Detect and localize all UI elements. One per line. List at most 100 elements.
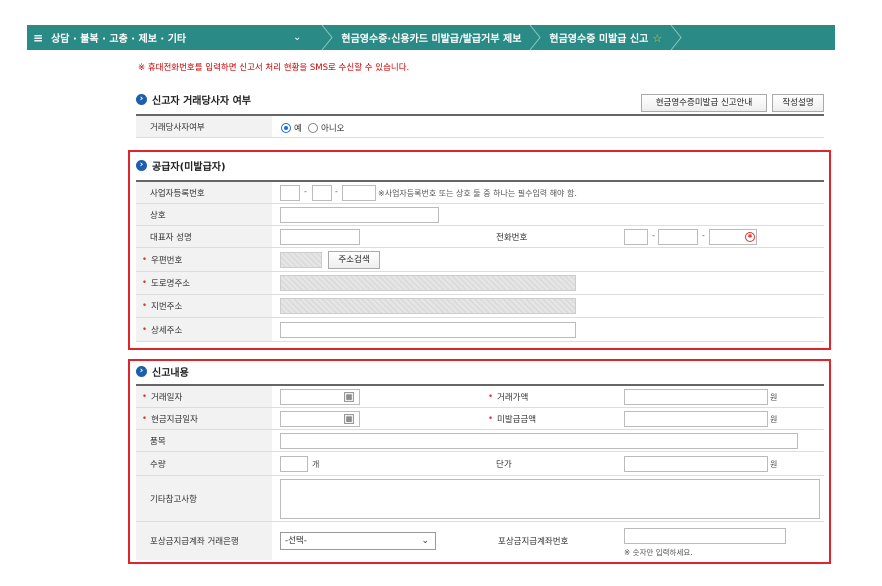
- amount-label: • 거래가액: [488, 386, 528, 407]
- detail-addr-input[interactable]: [280, 322, 576, 338]
- guide-button[interactable]: 현금영수증미발급 신고안내: [641, 94, 767, 112]
- reporter-section-label: 신고자 거래당사자 여부: [152, 96, 251, 107]
- category-menu-label: 상담 · 불복 · 고충 · 제보 · 기타: [51, 34, 187, 45]
- item-label: 품목: [136, 430, 272, 451]
- category-dropdown[interactable]: ⌄: [293, 25, 321, 50]
- bank-label: 포상금지급계좌 거래은행: [136, 522, 272, 560]
- price-input[interactable]: [624, 456, 768, 472]
- party-label: 거래당사자여부: [136, 116, 272, 137]
- required-mark: •: [488, 391, 494, 402]
- qty-label: 수량: [136, 452, 272, 475]
- unissued-amount-input[interactable]: [624, 411, 768, 427]
- trade-name-input[interactable]: [280, 207, 439, 223]
- section-bullet-icon: ›: [136, 94, 147, 105]
- phone-check-icon: ✱: [745, 232, 755, 242]
- report-section-title: › 신고내용: [136, 364, 189, 379]
- address-search-button[interactable]: 주소검색: [328, 251, 380, 269]
- account-label: 포상금지급계좌번호: [498, 537, 569, 547]
- hamburger-icon[interactable]: ≡: [33, 31, 43, 45]
- supplier-section-title: › 공급자(미발급자): [136, 158, 226, 173]
- reporter-section-title: › 신고자 거래당사자 여부: [136, 92, 251, 107]
- required-mark: •: [142, 324, 148, 335]
- favorite-star-icon[interactable]: ☆: [652, 32, 662, 45]
- section-bullet-icon: ›: [136, 160, 147, 171]
- radio-selected-icon[interactable]: [281, 123, 291, 133]
- trade-date-row: • 거래일자 ▦ • 거래가액 원: [136, 386, 824, 408]
- required-mark: •: [488, 413, 494, 424]
- radio-unselected-icon[interactable]: [308, 123, 318, 133]
- phone-part1-input[interactable]: [624, 229, 648, 245]
- chevron-down-icon[interactable]: ⌄: [421, 533, 429, 549]
- category-menu[interactable]: ≡ 상담 · 불복 · 고충 · 제보 · 기타: [27, 25, 293, 50]
- other-notes-textarea[interactable]: [280, 479, 820, 519]
- trade-date-label: • 거래일자: [136, 386, 272, 407]
- road-addr-label-text: 도로명주소: [151, 279, 191, 289]
- breadcrumb-cash-receipt-report[interactable]: 현금영수증·신용카드 미발급/발급거부 제보: [333, 30, 529, 45]
- chevron-down-icon[interactable]: ⌄: [293, 32, 301, 43]
- ceo-name-input[interactable]: [280, 229, 360, 245]
- report-section-label: 신고내용: [152, 368, 189, 379]
- detail-addr-row: • 상세주소: [136, 318, 824, 342]
- detail-addr-label: • 상세주소: [136, 318, 272, 341]
- road-addr-row: • 도로명주소: [136, 272, 824, 295]
- supplier-section-label: 공급자(미발급자): [152, 162, 226, 173]
- biz-no-label: 사업자등록번호: [136, 182, 272, 203]
- item-row: 품목: [136, 430, 824, 452]
- trade-name-label: 상호: [136, 204, 272, 225]
- party-no-radio[interactable]: 아니오: [308, 122, 344, 134]
- ceo-phone-row: 대표자 성명 전화번호 - - ✱: [136, 226, 824, 248]
- party-yes-radio[interactable]: 예: [281, 122, 302, 134]
- other-notes-row: 기타참고사항: [136, 476, 824, 522]
- phone-part2-input[interactable]: [658, 229, 698, 245]
- lot-addr-label: • 지번주소: [136, 295, 272, 317]
- biz-no-part1-input[interactable]: [280, 185, 300, 201]
- required-mark: •: [142, 391, 148, 402]
- howto-button[interactable]: 작성설명: [772, 94, 824, 112]
- top-navigation-bar: ≡ 상담 · 불복 · 고충 · 제보 · 기타 ⌄ 현금영수증·신용카드 미발…: [27, 25, 835, 50]
- lot-addr-row: • 지번주소: [136, 295, 824, 318]
- zip-label-text: 우편번호: [151, 255, 183, 266]
- dash: -: [335, 187, 338, 196]
- cash-date-label: • 현금지급일자: [136, 408, 272, 429]
- required-mark: •: [142, 413, 148, 424]
- required-mark: •: [142, 301, 148, 311]
- breadcrumb-current-label: 현금영수증 미발급 신고: [549, 34, 649, 45]
- breadcrumb-separator-icon: [321, 25, 334, 50]
- calendar-icon[interactable]: ▦: [344, 414, 354, 424]
- item-input[interactable]: [280, 433, 798, 449]
- breadcrumb-separator-icon: [529, 25, 542, 50]
- account-number-input[interactable]: [624, 528, 786, 544]
- cash-date-label-text: 현금지급일자: [151, 414, 198, 425]
- party-no-label: 아니오: [321, 124, 345, 134]
- ceo-label: 대표자 성명: [136, 226, 272, 247]
- required-mark: •: [142, 278, 148, 288]
- zip-row: • 우편번호 주소검색: [136, 248, 824, 272]
- trade-date-label-text: 거래일자: [151, 392, 183, 403]
- required-mark: •: [142, 254, 148, 265]
- road-addr-input: [280, 275, 576, 291]
- bank-select-value: -선택-: [285, 536, 307, 546]
- bank-row: 포상금지급계좌 거래은행 -선택- ⌄ 포상금지급계좌번호 ※ 숫자만 입력하세…: [136, 522, 824, 560]
- biz-no-part3-input[interactable]: [342, 185, 376, 201]
- detail-addr-label-text: 상세주소: [151, 325, 183, 336]
- trade-name-row: 상호: [136, 204, 824, 226]
- breadcrumb-separator-icon: [670, 25, 682, 50]
- unissued-label-text: 미발급금액: [497, 414, 537, 425]
- qty-input[interactable]: [280, 456, 308, 472]
- calendar-icon[interactable]: ▦: [344, 392, 354, 402]
- account-hint: ※ 숫자만 입력하세요.: [624, 548, 693, 557]
- zip-label: • 우편번호: [136, 248, 272, 271]
- won-unit: 원: [770, 393, 778, 402]
- won-unit: 원: [770, 415, 778, 424]
- other-notes-label: 기타참고사항: [136, 476, 272, 521]
- road-addr-label: • 도로명주소: [136, 272, 272, 294]
- party-yes-label: 예: [294, 124, 302, 134]
- biz-no-part2-input[interactable]: [312, 185, 332, 201]
- qty-price-row: 수량 개 단가 원: [136, 452, 824, 476]
- dash: -: [702, 231, 705, 240]
- unissued-label: • 미발급금액: [488, 408, 536, 429]
- sms-notice: ※ 휴대전화번호를 입력하면 신고서 처리 현황을 SMS로 수신할 수 있습니…: [138, 63, 410, 73]
- breadcrumb-current-page: 현금영수증 미발급 신고 ☆: [541, 30, 670, 45]
- bank-select[interactable]: -선택- ⌄: [280, 532, 436, 550]
- amount-input[interactable]: [624, 389, 768, 405]
